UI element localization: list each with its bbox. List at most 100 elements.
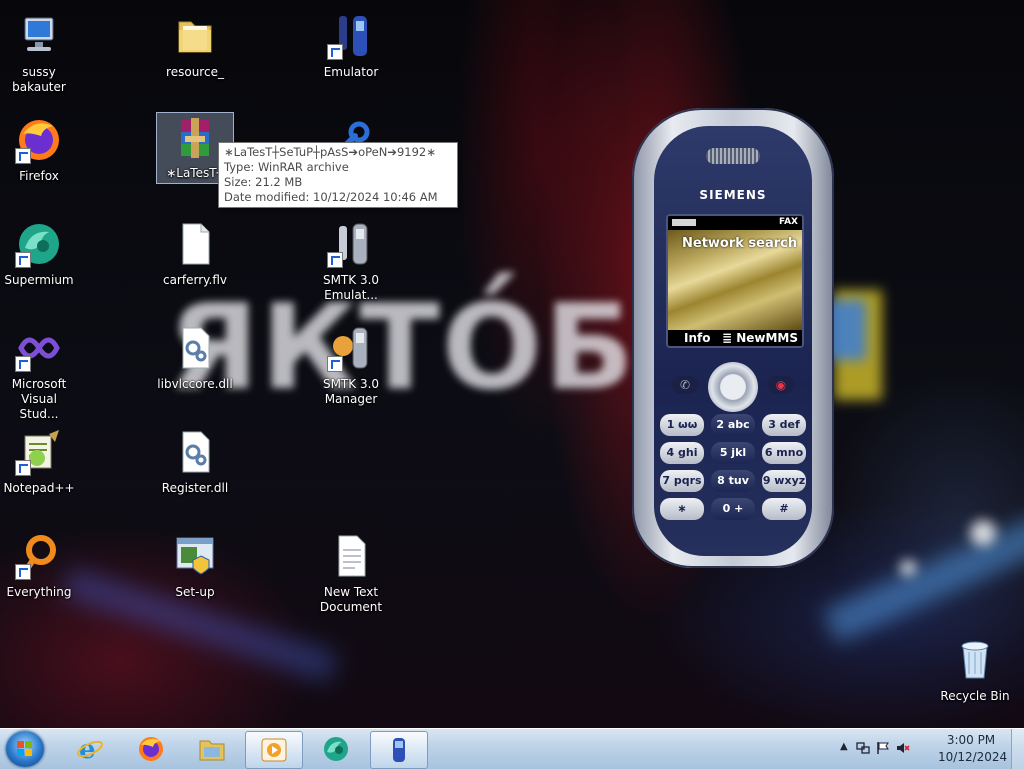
taskbar-internet-explorer[interactable]: e	[62, 731, 118, 767]
key-star[interactable]: ∗	[660, 498, 704, 520]
desktop-icon-firefox[interactable]: Firefox	[0, 112, 78, 184]
internet-explorer-icon: e	[77, 735, 103, 763]
desktop-icon-smtk-emulator[interactable]: SMTK 3.0 Emulat...	[312, 216, 390, 303]
smtk-manager-icon	[327, 324, 375, 372]
desktop-icon-register-dll[interactable]: Register.dll	[156, 424, 234, 496]
firefox-icon	[15, 116, 63, 164]
desktop-icon-label: sussy bakauter	[12, 65, 66, 94]
desktop-icon-label: Everything	[6, 585, 72, 599]
fax-indicator: FAX	[778, 217, 798, 227]
volume-muted-icon[interactable]	[896, 741, 910, 755]
desktop-icon-emulator[interactable]: Emulator	[312, 8, 390, 80]
desktop-icon-label: New Text Document	[319, 585, 383, 614]
desktop-icon-label: carferry.flv	[162, 273, 227, 287]
file-info-tooltip: ∗LaTesT┼SeTuP┼pAsS➔oPeN➔9192∗ Type: WinR…	[218, 142, 458, 208]
computer-icon	[15, 12, 63, 60]
phone-body: SIEMENS FAX Network search Info ≣ NewMMS…	[654, 126, 812, 556]
clock-date: 10/12/2024	[938, 750, 1008, 764]
phone-brand: SIEMENS	[699, 188, 767, 202]
tooltip-date-modified: Date modified: 10/12/2024 10:46 AM	[224, 190, 438, 204]
wallpaper-text: ЯКТО́Б	[168, 278, 637, 416]
key-8[interactable]: 8 tuv	[711, 470, 755, 492]
taskbar-supermium[interactable]	[308, 731, 364, 767]
key-3[interactable]: 3 def	[762, 414, 806, 436]
desktop-icon-libvlccore-dll[interactable]: libvlccore.dll	[156, 320, 234, 392]
show-desktop-button[interactable]	[1011, 729, 1024, 769]
media-player-icon	[261, 738, 287, 762]
taskbar-emulator[interactable]	[370, 731, 428, 769]
recycle-bin-icon	[951, 636, 999, 684]
desktop-icon-set-up[interactable]: Set-up	[156, 528, 234, 600]
key-2[interactable]: 2 abc	[711, 414, 755, 436]
call-key[interactable]: ✆	[672, 376, 698, 394]
tooltip-file-name: ∗LaTesT┼SeTuP┼pAsS➔oPeN➔9192∗	[224, 145, 436, 159]
key-4[interactable]: 4 ghi	[660, 442, 704, 464]
dll-file-icon	[171, 324, 219, 372]
system-tray: ▲ 3:00 PM 10/12/2024	[834, 729, 1024, 769]
start-button[interactable]	[6, 731, 44, 767]
end-call-key[interactable]: ◉	[768, 376, 794, 394]
emulator-icon	[327, 220, 375, 268]
everything-icon	[15, 532, 63, 580]
key-9[interactable]: 9 wxyz	[762, 470, 806, 492]
emulator-icon	[327, 12, 375, 60]
desktop-icon-label: Emulator	[323, 65, 379, 79]
tooltip-file-size: Size: 21.2 MB	[224, 175, 303, 189]
show-hidden-icons-icon[interactable]: ▲	[840, 741, 848, 752]
key-1[interactable]: 1 ωω	[660, 414, 704, 436]
key-0[interactable]: 0 +	[711, 498, 755, 520]
desktop-icon-everything[interactable]: Everything	[0, 528, 78, 600]
key-7[interactable]: 7 pqrs	[660, 470, 704, 492]
desktop-icon-new-text-document[interactable]: New Text Document	[312, 528, 390, 615]
desktop-icon-label: Set-up	[175, 585, 215, 599]
siemens-phone-emulator[interactable]: SIEMENS FAX Network search Info ≣ NewMMS…	[632, 108, 834, 568]
supermium-icon	[324, 737, 348, 761]
desktop-icon-visual-studio[interactable]: Microsoft Visual Stud...	[0, 320, 78, 422]
phone-joystick[interactable]	[708, 362, 758, 412]
dll-file-icon	[171, 428, 219, 476]
firefox-icon	[139, 737, 163, 761]
phone-screen: FAX Network search Info ≣ NewMMS	[666, 214, 804, 348]
key-hash[interactable]: #	[762, 498, 806, 520]
desktop-icon-label: Supermium	[4, 273, 74, 287]
taskbar-clock[interactable]: 3:00 PM 10/12/2024	[938, 732, 1008, 766]
desktop-icon-label: libvlccore.dll	[157, 377, 233, 391]
desktop-icon-resource-folder[interactable]: resource_	[156, 8, 234, 80]
key-5[interactable]: 5 jkl	[711, 442, 755, 464]
phone-speaker	[706, 148, 760, 164]
visual-studio-icon	[15, 324, 63, 372]
winrar-archive-icon	[171, 116, 219, 164]
desktop-icon-label: Notepad++	[3, 481, 75, 495]
emulator-icon	[393, 738, 405, 762]
file-explorer-icon	[199, 740, 225, 761]
desktop-icon-notepad-plus-plus[interactable]: Notepad++	[0, 424, 78, 496]
taskbar: e ▲ 3:00 PM 10/12/2024	[0, 728, 1024, 769]
clock-time: 3:00 PM	[946, 733, 996, 747]
desktop-icon-supermium[interactable]: Supermium	[0, 216, 78, 288]
action-center-flag-icon[interactable]	[876, 741, 890, 755]
taskbar-media-player[interactable]	[245, 731, 303, 769]
taskbar-firefox[interactable]	[123, 731, 179, 767]
desktop-icon-sussy-bakauter[interactable]: sussy bakauter	[0, 8, 78, 95]
text-document-icon	[327, 532, 375, 580]
network-icon[interactable]	[856, 741, 870, 755]
key-6[interactable]: 6 mno	[762, 442, 806, 464]
desktop-icon-smtk-manager[interactable]: SMTK 3.0 Manager	[312, 320, 390, 407]
desktop-icon-label: resource_	[166, 65, 224, 79]
setup-installer-icon	[171, 532, 219, 580]
phone-keypad: 1 ωω 2 abc 3 def 4 ghi 5 jkl 6 mno 7 pqr…	[660, 414, 806, 526]
desktop-icon-label: SMTK 3.0 Emulat...	[322, 273, 380, 302]
desktop-icon-recycle-bin[interactable]: Recycle Bin	[936, 632, 1014, 704]
desktop-icon-carferry-flv[interactable]: carferry.flv	[156, 216, 234, 288]
desktop-icon-label: Firefox	[19, 169, 59, 183]
taskbar-file-explorer[interactable]	[184, 731, 240, 767]
desktop-icon-label: Recycle Bin	[940, 689, 1010, 703]
softkey-right[interactable]: ≣ NewMMS	[722, 331, 798, 345]
file-icon	[171, 220, 219, 268]
folder-icon	[171, 12, 219, 60]
supermium-icon	[15, 220, 63, 268]
desktop-icon-label: SMTK 3.0 Manager	[322, 377, 380, 406]
windows-logo-icon	[17, 741, 33, 757]
softkey-left[interactable]: Info	[684, 331, 710, 345]
signal-icon	[672, 219, 696, 226]
